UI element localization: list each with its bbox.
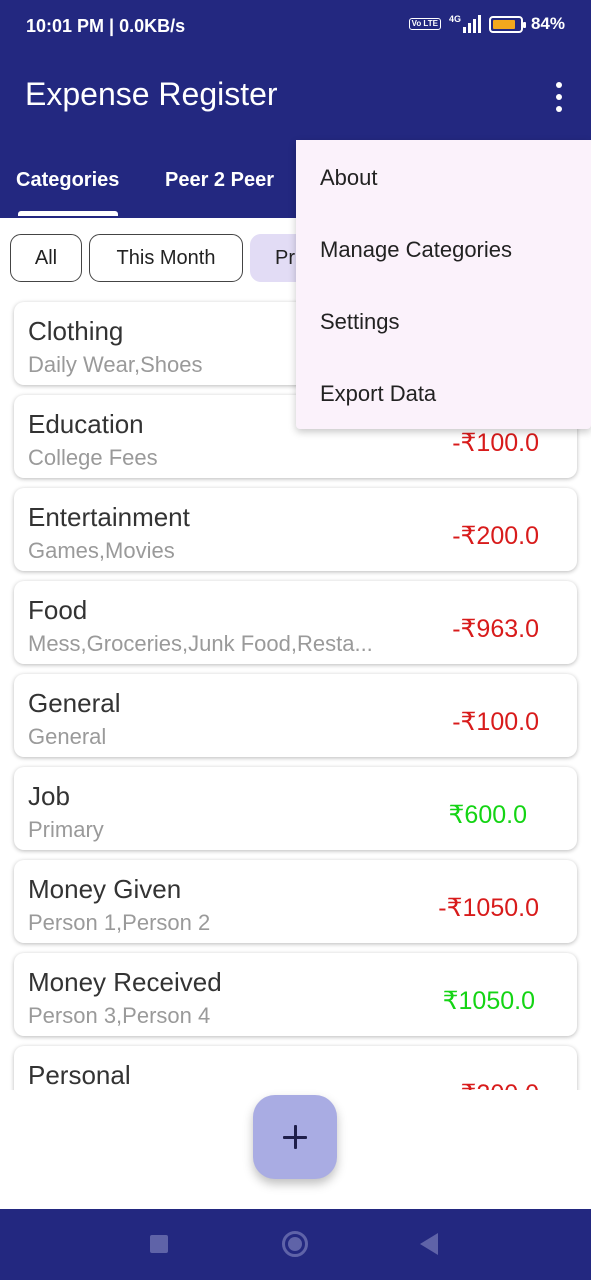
status-time: 10:01 PM | 0.0KB/s — [26, 16, 186, 36]
category-subtitle: Daily Wear,Shoes — [28, 352, 203, 377]
home-circle-icon[interactable] — [282, 1231, 308, 1257]
system-nav-bar — [0, 1209, 591, 1280]
category-subtitle: General — [28, 724, 107, 749]
category-name: General — [28, 688, 121, 718]
category-subtitle: Person 3,Person 4 — [28, 1003, 211, 1028]
status-icons: Vo LTE 4G 84% — [408, 14, 565, 34]
category-amount: -₹100.0 — [452, 708, 539, 736]
add-category-button[interactable] — [253, 1095, 337, 1179]
signal-icon — [462, 15, 481, 33]
category-name: Personal — [28, 1060, 131, 1090]
chip-all[interactable]: All — [10, 234, 82, 282]
category-subtitle: Person 1,Person 2 — [28, 910, 211, 935]
category-card-general[interactable]: General General -₹100.0 — [14, 674, 577, 757]
menu-item-manage-categories[interactable]: Manage Categories — [320, 237, 512, 263]
category-amount: -₹200.0 — [452, 1079, 539, 1090]
status-bar: 10:01 PM | 0.0KB/s Vo LTE 4G 84% — [0, 0, 591, 56]
category-subtitle: Games,Movies — [28, 538, 175, 563]
category-card-food[interactable]: Food Mess,Groceries,Junk Food,Resta... -… — [14, 581, 577, 664]
battery-icon — [488, 15, 526, 33]
tab-indicator — [18, 211, 118, 216]
category-amount: -₹200.0 — [452, 522, 539, 550]
plus-icon — [283, 1125, 307, 1149]
menu-item-about[interactable]: About — [320, 165, 378, 191]
menu-item-export-data[interactable]: Export Data — [320, 381, 436, 407]
category-name: Education — [28, 409, 144, 439]
category-amount: -₹1050.0 — [438, 894, 539, 922]
category-subtitle: College Fees — [28, 445, 158, 470]
category-name: Job — [28, 781, 70, 811]
category-name: Money Given — [28, 874, 182, 904]
back-triangle-icon[interactable] — [420, 1233, 438, 1255]
recents-square-icon[interactable] — [150, 1235, 168, 1253]
chip-this-month[interactable]: This Month — [89, 234, 243, 282]
category-subtitle: Mess,Groceries,Junk Food,Resta... — [28, 631, 373, 656]
category-card-money-given[interactable]: Money Given Person 1,Person 2 -₹1050.0 — [14, 860, 577, 943]
more-vert-icon[interactable] — [551, 82, 567, 112]
category-card-entertainment[interactable]: Entertainment Games,Movies -₹200.0 — [14, 488, 577, 571]
category-card-personal[interactable]: Personal -₹200.0 — [14, 1046, 577, 1090]
volte-icon: Vo LTE — [408, 18, 441, 30]
category-amount: ₹600.0 — [448, 801, 527, 829]
category-name: Money Received — [28, 967, 222, 997]
category-card-job[interactable]: Job Primary ₹600.0 — [14, 767, 577, 850]
category-subtitle: Primary — [28, 817, 104, 842]
category-card-money-received[interactable]: Money Received Person 3,Person 4 ₹1050.0 — [14, 953, 577, 1036]
category-amount: -₹963.0 — [452, 615, 539, 643]
tab-peer-2-peer[interactable]: Peer 2 Peer — [165, 169, 274, 192]
battery-percent: 84% — [530, 14, 565, 33]
overflow-menu: About Manage Categories Settings Export … — [296, 140, 591, 429]
category-amount: ₹1050.0 — [442, 987, 535, 1015]
app-title: Expense Register — [25, 76, 278, 112]
network-type: 4G — [448, 14, 461, 24]
category-name: Clothing — [28, 316, 124, 346]
category-name: Entertainment — [28, 502, 190, 532]
menu-item-settings[interactable]: Settings — [320, 309, 400, 335]
category-amount: -₹100.0 — [452, 429, 539, 457]
tab-categories[interactable]: Categories — [16, 169, 119, 192]
app-bar: Expense Register — [0, 56, 591, 140]
category-name: Food — [28, 595, 88, 625]
